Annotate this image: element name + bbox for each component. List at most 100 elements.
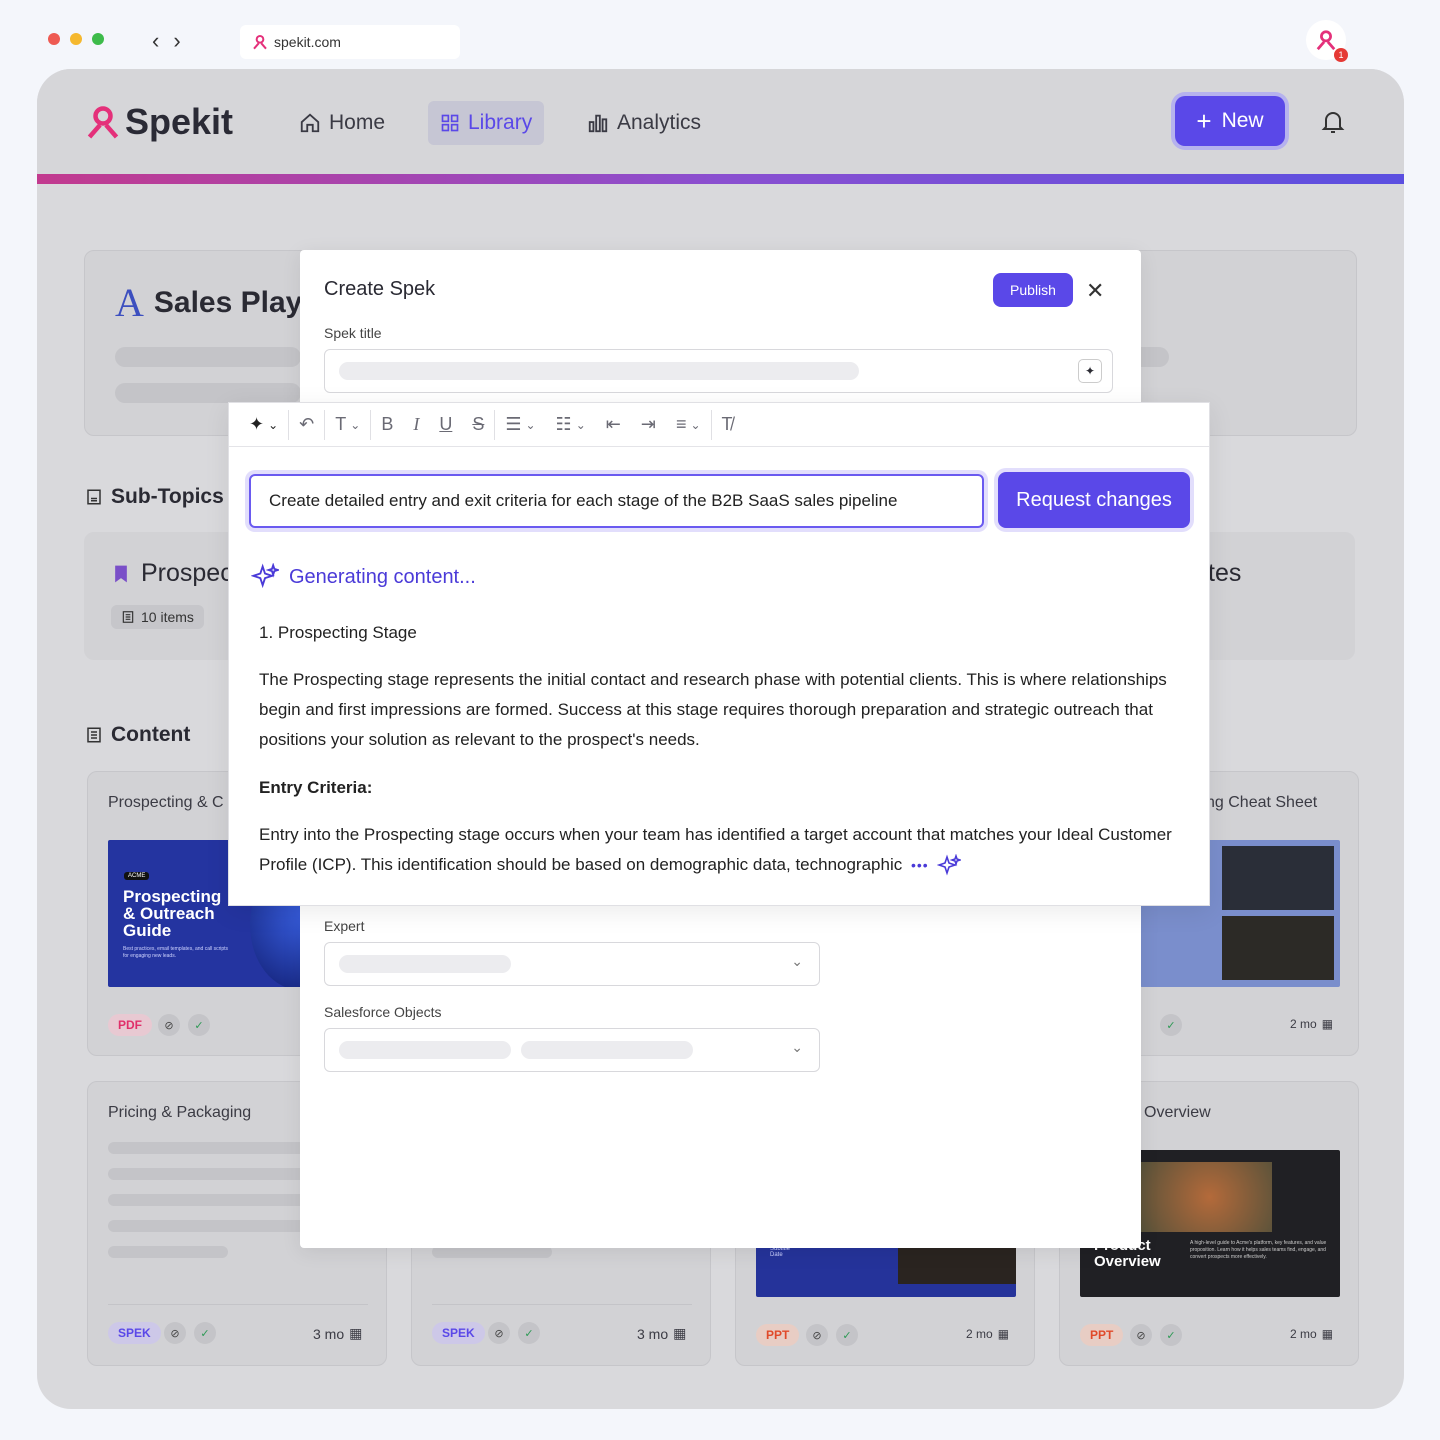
publish-button[interactable]: Publish: [993, 273, 1073, 307]
underline-button[interactable]: U: [429, 403, 462, 447]
indent-button[interactable]: ⇥: [631, 403, 666, 447]
bookmark-icon: [115, 565, 127, 582]
rich-text-editor: ✦ ⌄ ↶ T ⌄ B I U S ☰ ⌄ ☷ ⌄ ⇤ ⇥ ≡ ⌄ T̸ Create d…: [228, 402, 1210, 906]
bar-chart-icon: [588, 114, 608, 133]
thumbnail-photo: [1222, 916, 1334, 980]
notifications-button[interactable]: [1321, 109, 1345, 140]
editor-toolbar: ✦ ⌄ ↶ T ⌄ B I U S ☰ ⌄ ☷ ⌄ ⇤ ⇥ ≡ ⌄ T̸: [229, 403, 1209, 447]
type-badge: SPEK: [432, 1322, 485, 1344]
visibility-icon: ⊘: [164, 1322, 186, 1344]
content-age: 2 mo ▦: [966, 1327, 1009, 1341]
align-dropdown[interactable]: ≡ ⌄: [666, 403, 711, 447]
accent-gradient-bar: [37, 174, 1404, 184]
type-badge: PDF: [108, 1014, 152, 1036]
indent-icon: ⇥: [640, 414, 656, 434]
plus-icon: +: [1196, 106, 1212, 136]
content-age-value: 3 mo: [313, 1325, 345, 1342]
content-age: 2 mo ▦: [1290, 1017, 1333, 1031]
subsection-heading: Entry Criteria:: [259, 778, 373, 797]
chevron-down-icon: ⌄: [268, 417, 279, 432]
undo-button[interactable]: ↶: [289, 403, 324, 447]
home-icon: [300, 113, 320, 133]
ai-sparkle-button[interactable]: ✦: [1078, 359, 1102, 383]
verified-icon: ✓: [836, 1324, 858, 1346]
modal-title: Create Spek: [324, 278, 436, 300]
bold-button[interactable]: B: [371, 403, 403, 447]
divider: [432, 1304, 692, 1305]
generating-status: Generating content...: [251, 563, 476, 591]
new-button-label: New: [1221, 109, 1264, 132]
back-arrow-icon[interactable]: ‹: [152, 28, 159, 54]
thumbnail-subtitle: Best practices, email templates, and cal…: [123, 946, 229, 959]
spekit-logo[interactable]: Spekit: [85, 101, 233, 143]
spekit-logo-icon: [1316, 30, 1336, 51]
italic-icon: I: [413, 414, 420, 434]
skeleton-line: [339, 1041, 511, 1059]
maximize-window-dot[interactable]: [92, 33, 104, 45]
sparkle-icon: ✦: [249, 414, 265, 434]
bullet-list-dropdown[interactable]: ☰ ⌄: [495, 403, 545, 447]
expert-label: Expert: [324, 918, 365, 934]
skeleton-line: [108, 1142, 308, 1154]
paragraph-text: Entry into the Prospecting stage occurs …: [259, 825, 1172, 874]
text-style-dropdown[interactable]: T ⌄: [325, 403, 370, 447]
strikethrough-icon: S: [472, 414, 485, 434]
ai-sparkle-dropdown[interactable]: ✦ ⌄: [239, 403, 288, 447]
salesforce-objects-select[interactable]: ⌄: [324, 1028, 820, 1072]
skeleton-line: [339, 362, 859, 380]
chevron-down-icon: ⌄: [575, 417, 586, 432]
outdent-icon: ⇤: [605, 414, 621, 434]
skeleton-line: [339, 955, 511, 973]
content-age-value: 3 mo: [637, 1325, 669, 1342]
nav-analytics[interactable]: Analytics: [575, 101, 713, 145]
chevron-down-icon: ⌄: [350, 417, 361, 432]
content-card-title: Prospecting & C: [108, 794, 224, 811]
minimize-window-dot[interactable]: [70, 33, 82, 45]
forward-arrow-icon[interactable]: ›: [173, 28, 180, 54]
calendar-icon: ▦: [1321, 1017, 1334, 1031]
content-thumbnail: Subtitle Date: [756, 1242, 1016, 1297]
content-age-value: 2 mo: [1290, 1327, 1317, 1341]
numbered-list-icon: ☷: [555, 414, 572, 434]
bold-icon: B: [381, 414, 394, 434]
numbered-list-dropdown[interactable]: ☷ ⌄: [546, 403, 596, 447]
subtopics-heading-label: Sub-Topics: [111, 485, 224, 508]
content-heading: Content: [85, 723, 190, 747]
bullet-list-icon: ☰: [505, 414, 522, 434]
verified-icon: ✓: [1160, 1324, 1182, 1346]
visibility-icon: ⊘: [158, 1014, 180, 1036]
calendar-icon: ▦: [349, 1325, 363, 1341]
spekit-extension-button[interactable]: 1: [1306, 20, 1348, 62]
text-style-icon: T: [335, 414, 347, 434]
outdent-button[interactable]: ⇤: [596, 403, 631, 447]
request-changes-button[interactable]: Request changes: [998, 472, 1190, 528]
strikethrough-button[interactable]: S: [462, 403, 494, 447]
content-age: 3 mo ▦: [637, 1325, 686, 1342]
content-card-title: Pricing & Packaging: [108, 1104, 252, 1121]
clear-format-button[interactable]: T̸: [712, 403, 743, 447]
nav-home-label: Home: [329, 111, 386, 134]
notification-badge: 1: [1334, 48, 1348, 62]
visibility-icon: ⊘: [488, 1322, 510, 1344]
address-bar[interactable]: spekit.com: [240, 25, 460, 59]
skeleton-line: [108, 1168, 308, 1180]
thumbnail-title: Prospecting & Outreach Guide: [123, 887, 222, 940]
skeleton-line: [108, 1194, 308, 1206]
close-icon[interactable]: ✕: [1086, 278, 1104, 304]
chevron-down-icon: ⌄: [791, 1039, 803, 1055]
expert-select[interactable]: ⌄: [324, 942, 820, 986]
content-age-value: 2 mo: [966, 1327, 993, 1341]
window-controls: [48, 33, 104, 45]
spek-title-input[interactable]: ✦: [324, 349, 1113, 393]
nav-home[interactable]: Home: [287, 101, 397, 145]
close-window-dot[interactable]: [48, 33, 60, 45]
content-card-title: Overview: [1144, 1104, 1211, 1121]
skeleton-line: [521, 1041, 693, 1059]
new-button[interactable]: + New: [1175, 96, 1285, 146]
italic-button[interactable]: I: [403, 403, 429, 447]
ai-prompt-input[interactable]: Create detailed entry and exit criteria …: [249, 474, 984, 528]
calendar-icon: ▦: [1321, 1327, 1334, 1341]
nav-library-label: Library: [468, 111, 533, 134]
nav-library[interactable]: Library: [428, 101, 545, 145]
content-heading-label: Content: [111, 723, 191, 746]
